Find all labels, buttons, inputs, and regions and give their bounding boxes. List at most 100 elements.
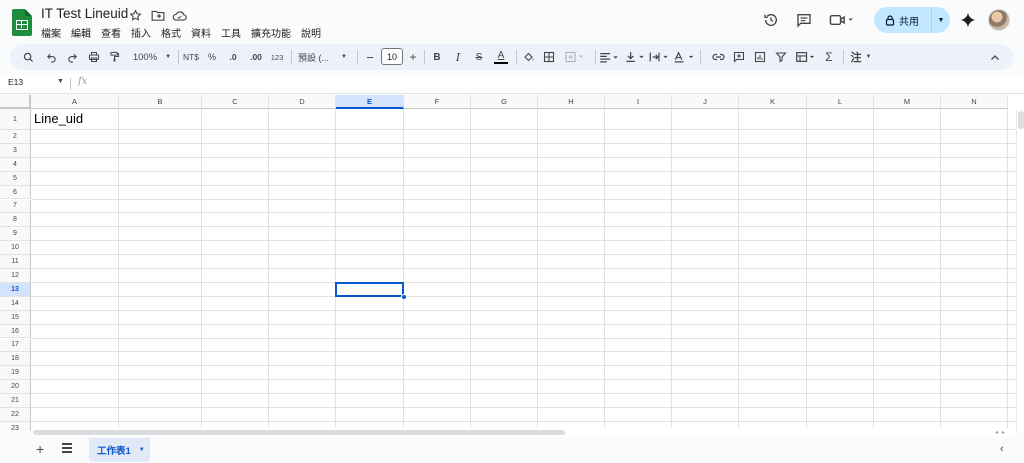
input-tools-button[interactable]: 注 ▼	[848, 44, 874, 70]
column-header-i[interactable]: I	[605, 95, 672, 109]
row-header-23[interactable]: 23	[0, 421, 31, 431]
menu-data[interactable]: 資料	[191, 25, 211, 40]
insert-link-icon[interactable]	[710, 44, 726, 70]
row-header-6[interactable]: 6	[0, 185, 31, 200]
comments-icon[interactable]	[793, 9, 815, 31]
row-header-16[interactable]: 16	[0, 324, 31, 339]
column-header-j[interactable]: J	[672, 95, 739, 109]
decrease-decimal-button[interactable]: .0	[225, 44, 241, 70]
row-header-14[interactable]: 14	[0, 296, 31, 311]
row-header-12[interactable]: 12	[0, 269, 31, 283]
borders-icon[interactable]	[541, 44, 557, 70]
spreadsheet-grid[interactable]: A B C D E F G H I J K L M N 1 2 3 4 5 6 7 8 9 10 11 12 13 14 15 16 17 1…	[0, 95, 1024, 431]
insert-chart-icon[interactable]	[752, 44, 768, 70]
chevron-left-icon[interactable]: ‹	[1000, 443, 1004, 455]
row-header-10[interactable]: 10	[0, 241, 31, 256]
row-header-21[interactable]: 21	[0, 394, 31, 408]
print-icon[interactable]	[86, 44, 102, 70]
fill-color-icon[interactable]	[521, 44, 537, 70]
collapse-toolbar-icon[interactable]	[987, 44, 1003, 70]
column-header-m[interactable]: M	[874, 95, 941, 109]
gemini-icon[interactable]	[958, 10, 978, 30]
row-header-7[interactable]: 7	[0, 199, 31, 214]
horizontal-scroll-thumb[interactable]	[33, 430, 565, 435]
active-cell-outline[interactable]	[335, 281, 404, 297]
row-header-8[interactable]: 8	[0, 213, 31, 228]
fill-handle[interactable]	[401, 293, 407, 300]
column-header-c[interactable]: C	[202, 95, 269, 109]
share-button[interactable]: 共用 ▼	[874, 7, 950, 33]
row-header-22[interactable]: 22	[0, 408, 31, 422]
menu-help[interactable]: 說明	[301, 25, 321, 40]
star-icon[interactable]	[128, 8, 143, 23]
document-title[interactable]: IT Test Lineuid	[41, 6, 128, 21]
horizontal-align-icon[interactable]	[598, 44, 620, 70]
scroll-arrows[interactable]: ◂▸	[995, 429, 1009, 436]
row-header-20[interactable]: 20	[0, 380, 31, 395]
row-header-1[interactable]: 1	[0, 109, 31, 130]
horizontal-scrollbar[interactable]	[31, 428, 1016, 436]
share-dropdown-icon[interactable]: ▼	[932, 17, 950, 24]
column-header-b[interactable]: B	[119, 95, 202, 109]
add-sheet-icon[interactable]: +	[36, 441, 44, 457]
menu-view[interactable]: 查看	[101, 25, 121, 40]
increase-decimal-button[interactable]: .00	[246, 44, 266, 70]
select-all-corner[interactable]	[0, 95, 31, 109]
row-header-4[interactable]: 4	[0, 157, 31, 172]
strikethrough-button[interactable]: S	[472, 44, 486, 70]
chevron-down-icon[interactable]: ▼	[139, 447, 145, 453]
functions-button[interactable]: Σ	[822, 44, 836, 70]
column-header-l[interactable]: L	[807, 95, 874, 109]
column-header-f[interactable]: F	[404, 95, 471, 109]
menu-format[interactable]: 格式	[161, 25, 181, 40]
column-header-g[interactable]: G	[471, 95, 538, 109]
zoom-select[interactable]: 100% ▼	[129, 44, 175, 70]
undo-icon[interactable]	[43, 44, 59, 70]
row-header-5[interactable]: 5	[0, 171, 31, 186]
text-wrapping-icon[interactable]	[648, 44, 670, 70]
sheet-tab[interactable]: 工作表1 ▼	[89, 438, 150, 462]
cell-a1[interactable]: Line_uid	[34, 111, 83, 126]
decrease-font-size-button[interactable]: −	[364, 44, 376, 70]
column-header-d[interactable]: D	[269, 95, 336, 109]
column-header-k[interactable]: K	[739, 95, 807, 109]
formula-input[interactable]	[96, 76, 996, 92]
version-history-icon[interactable]	[760, 9, 782, 31]
increase-font-size-button[interactable]: +	[407, 44, 419, 70]
filter-icon[interactable]	[773, 44, 789, 70]
percent-format-button[interactable]: %	[205, 44, 219, 70]
menu-extensions[interactable]: 擴充功能	[251, 25, 291, 40]
vertical-align-icon[interactable]	[624, 44, 646, 70]
bold-button[interactable]: B	[430, 44, 444, 70]
filter-views-icon[interactable]	[793, 44, 819, 70]
row-header-18[interactable]: 18	[0, 352, 31, 367]
vertical-scroll-thumb[interactable]	[1018, 111, 1024, 129]
vertical-scrollbar[interactable]	[1016, 109, 1024, 431]
currency-format-button[interactable]: NT$	[181, 44, 201, 70]
menu-edit[interactable]: 編輯	[71, 25, 91, 40]
meet-icon[interactable]	[825, 9, 859, 31]
name-box[interactable]: E13	[8, 77, 23, 87]
paint-format-icon[interactable]	[106, 44, 122, 70]
row-header-19[interactable]: 19	[0, 366, 31, 381]
menu-tools[interactable]: 工具	[221, 25, 241, 40]
column-header-e[interactable]: E	[336, 95, 404, 109]
redo-icon[interactable]	[64, 44, 80, 70]
row-header-2[interactable]: 2	[0, 130, 31, 144]
insert-comment-icon[interactable]	[731, 44, 747, 70]
cloud-saved-icon[interactable]	[172, 8, 187, 23]
row-header-13[interactable]: 13	[0, 282, 31, 297]
row-header-3[interactable]: 3	[0, 143, 31, 158]
sheets-logo-icon[interactable]	[12, 9, 32, 36]
row-header-9[interactable]: 9	[0, 227, 31, 242]
column-header-a[interactable]: A	[31, 95, 119, 109]
column-header-n[interactable]: N	[941, 95, 1008, 109]
row-header-15[interactable]: 15	[0, 310, 31, 325]
font-family-select[interactable]: 預設 (... ▼	[298, 44, 354, 70]
text-color-button[interactable]: A	[493, 44, 509, 70]
font-size-input[interactable]: 10	[381, 48, 403, 65]
share-main[interactable]: 共用	[874, 7, 932, 33]
move-folder-icon[interactable]	[150, 8, 165, 23]
row-header-11[interactable]: 11	[0, 255, 31, 269]
column-header-h[interactable]: H	[538, 95, 605, 109]
